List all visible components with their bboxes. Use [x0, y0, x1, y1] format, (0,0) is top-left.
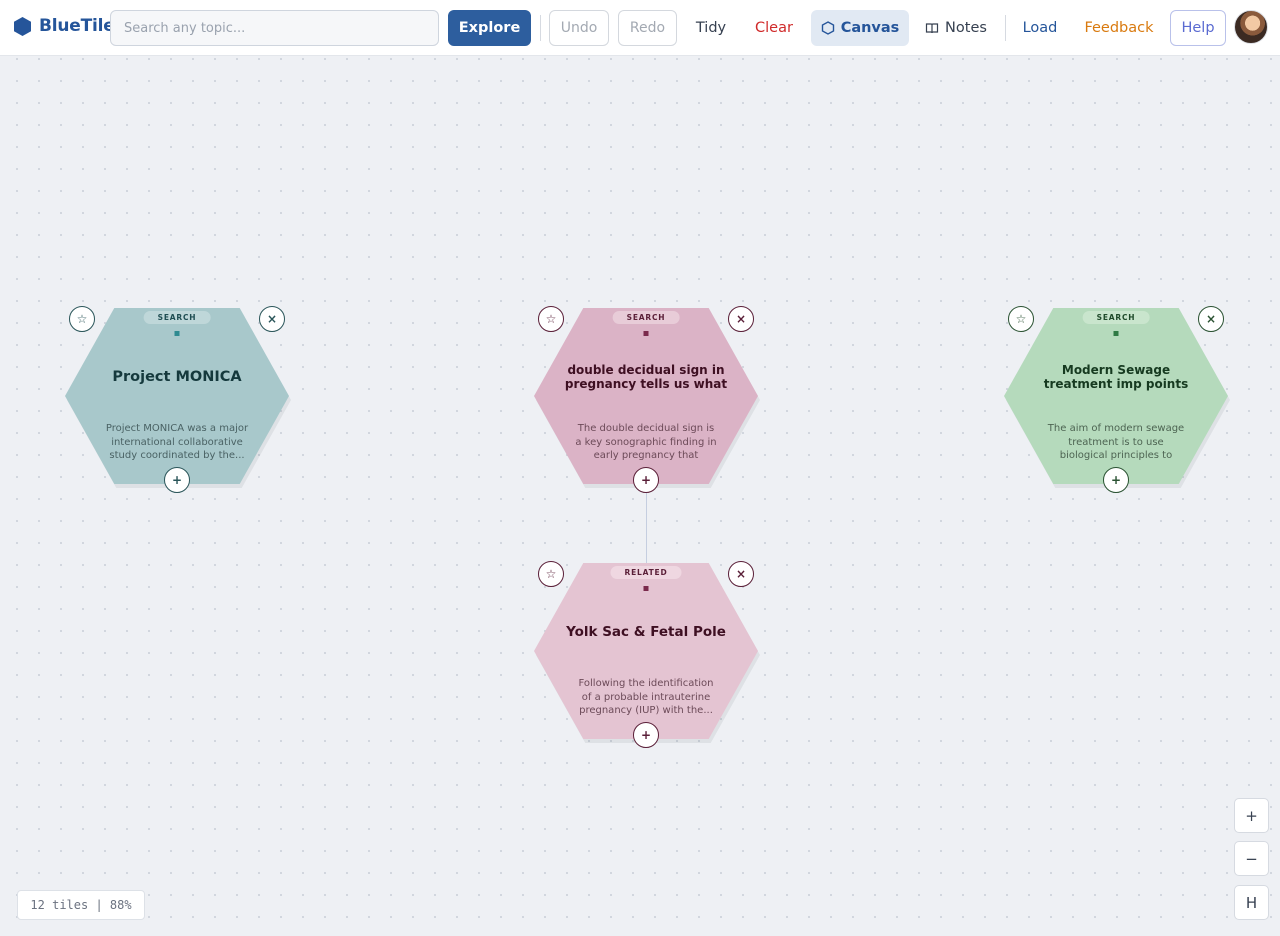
- tile-title: Yolk Sac & Fetal Pole: [566, 624, 726, 640]
- hexagon-logo-icon: [14, 16, 31, 36]
- toolbar: BlueTile Explore Undo Redo Tidy Clear Ca…: [0, 0, 1280, 56]
- tile-title: double decidual sign in pregnancy tells …: [564, 363, 728, 391]
- toolbar-divider: [1005, 15, 1006, 41]
- tile-summary: The double decidual sign is a key sonogr…: [575, 423, 717, 464]
- tile-type-badge: SEARCH: [143, 311, 211, 324]
- search-input[interactable]: [110, 10, 439, 46]
- explore-button[interactable]: Explore: [448, 10, 531, 46]
- tile-indicator-dot: [643, 331, 649, 336]
- expand-tile-plus-icon[interactable]: +: [1103, 467, 1129, 493]
- remove-tile-close-icon[interactable]: ×: [259, 306, 285, 332]
- tile-type-badge: SEARCH: [1082, 311, 1150, 324]
- tile-indicator-dot: [643, 586, 649, 591]
- tile-card[interactable]: RELATED Yolk Sac & Fetal Pole Following …: [534, 563, 760, 743]
- canvas-view-button[interactable]: Canvas: [811, 10, 909, 46]
- toolbar-divider: [540, 15, 541, 41]
- clear-button[interactable]: Clear: [747, 10, 801, 46]
- hexagon-outline-icon: [821, 21, 834, 35]
- expand-tile-plus-icon[interactable]: +: [633, 467, 659, 493]
- canvas-label: Canvas: [840, 20, 900, 36]
- remove-tile-close-icon[interactable]: ×: [728, 306, 754, 332]
- tile-card[interactable]: SEARCH Modern Sewage treatment imp point…: [1004, 308, 1230, 488]
- favorite-star-icon[interactable]: ☆: [1008, 306, 1034, 332]
- tile-card[interactable]: SEARCH double decidual sign in pregnancy…: [534, 308, 760, 488]
- favorite-star-icon[interactable]: ☆: [538, 561, 564, 587]
- load-button[interactable]: Load: [1016, 10, 1064, 46]
- app-name: BlueTile: [39, 16, 115, 36]
- redo-button[interactable]: Redo: [618, 10, 677, 46]
- tile-card[interactable]: SEARCH Project MONICA Project MONICA was…: [65, 308, 291, 488]
- tile-type-badge: RELATED: [610, 566, 682, 579]
- home-view-button[interactable]: H: [1234, 885, 1269, 920]
- tile-indicator-dot: [174, 331, 180, 336]
- tile-summary: The aim of modern sewage treatment is to…: [1047, 423, 1185, 464]
- undo-button[interactable]: Undo: [549, 10, 609, 46]
- zoom-out-button[interactable]: −: [1234, 841, 1269, 876]
- remove-tile-close-icon[interactable]: ×: [1198, 306, 1224, 332]
- remove-tile-close-icon[interactable]: ×: [728, 561, 754, 587]
- user-avatar[interactable]: [1234, 10, 1268, 44]
- favorite-star-icon[interactable]: ☆: [69, 306, 95, 332]
- tile-summary: Project MONICA was a major international…: [105, 423, 249, 461]
- favorite-star-icon[interactable]: ☆: [538, 306, 564, 332]
- brand[interactable]: BlueTile: [14, 16, 115, 36]
- book-icon: [925, 23, 939, 34]
- tidy-button[interactable]: Tidy: [688, 10, 734, 46]
- tile-type-badge: SEARCH: [612, 311, 680, 324]
- notes-label: Notes: [945, 20, 987, 36]
- tile-indicator-dot: [1113, 331, 1119, 336]
- status-readout: 12 tiles | 88%: [17, 890, 145, 920]
- tile-summary: Following the identification of a probab…: [578, 678, 714, 716]
- expand-tile-plus-icon[interactable]: +: [164, 467, 190, 493]
- tile-connector: [646, 490, 647, 564]
- notes-view-button[interactable]: Notes: [918, 10, 994, 46]
- help-button[interactable]: Help: [1170, 10, 1226, 46]
- tile-title: Project MONICA: [112, 369, 242, 385]
- expand-tile-plus-icon[interactable]: +: [633, 722, 659, 748]
- zoom-in-button[interactable]: +: [1234, 798, 1269, 833]
- tile-title: Modern Sewage treatment imp points: [1043, 363, 1189, 391]
- feedback-button[interactable]: Feedback: [1078, 10, 1160, 46]
